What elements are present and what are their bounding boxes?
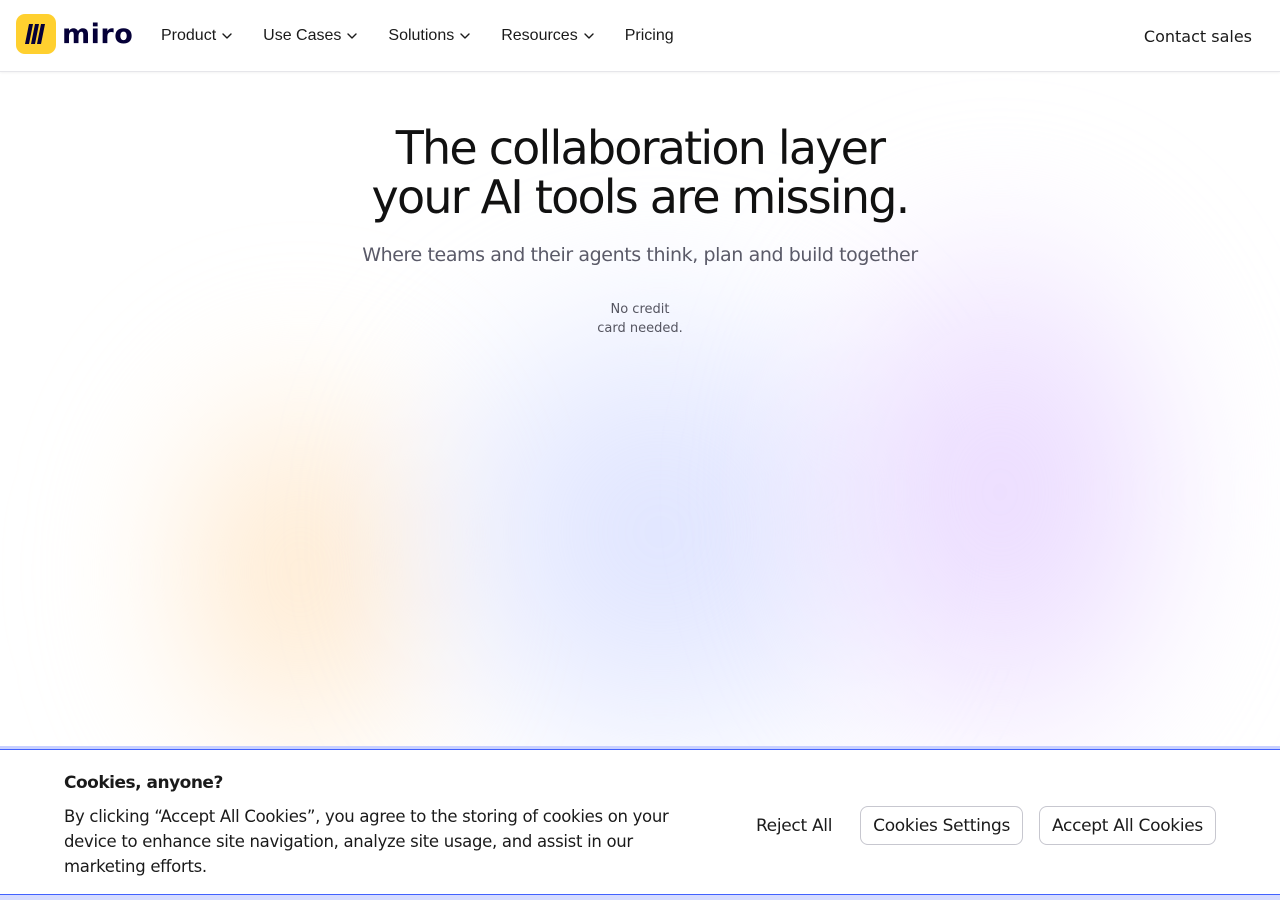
chevron-down-icon <box>221 30 233 42</box>
accept-all-cookies-button[interactable]: Accept All Cookies <box>1039 806 1216 845</box>
chevron-down-icon <box>583 30 595 42</box>
note-line1: No credit <box>610 302 670 317</box>
nav-use-cases[interactable]: Use Cases <box>263 27 358 45</box>
nav-solutions[interactable]: Solutions <box>388 27 471 45</box>
note-line2: card needed. <box>597 321 683 336</box>
nav-label: Use Cases <box>263 27 342 44</box>
nav-product[interactable]: Product <box>161 27 233 45</box>
cookies-settings-button[interactable]: Cookies Settings <box>860 806 1024 845</box>
hero-title: The collaboration layer your AI tools ar… <box>290 124 990 222</box>
nav-pricing[interactable]: Pricing <box>625 27 674 45</box>
hero-title-line2: your AI tools are missing. <box>371 170 911 224</box>
hero-subtitle: Where teams and their agents think, plan… <box>362 244 918 266</box>
no-credit-card-note: No credit card needed. <box>580 300 700 338</box>
cookie-actions: Reject All Cookies Settings Accept All C… <box>756 806 1216 845</box>
hero-section: The collaboration layer your AI tools ar… <box>0 72 1280 338</box>
miro-logo[interactable]: miro <box>16 14 133 54</box>
hero-title-line1: The collaboration layer <box>395 121 886 175</box>
main-nav: Product Use Cases Solutions Resources Pr… <box>161 0 704 72</box>
nav-label: Pricing <box>624 27 674 44</box>
chevron-down-icon <box>346 30 358 42</box>
cookie-banner: Cookies, anyone? By clicking “Accept All… <box>0 746 1280 900</box>
nav-label: Resources <box>501 27 578 44</box>
logo-wordmark: miro <box>62 18 134 50</box>
contact-sales-link[interactable]: Contact sales <box>1144 0 1252 72</box>
chevron-down-icon <box>459 30 471 42</box>
nav-label: Product <box>161 27 217 44</box>
cookie-banner-title: Cookies, anyone? <box>64 773 223 793</box>
site-header: miro Product Use Cases Solutions Resourc… <box>0 0 1280 72</box>
nav-label: Solutions <box>388 27 455 44</box>
nav-resources[interactable]: Resources <box>501 27 594 45</box>
reject-all-button[interactable]: Reject All <box>756 816 832 836</box>
miro-logo-icon <box>16 14 56 54</box>
cookie-banner-text: By clicking “Accept All Cookies”, you ag… <box>64 807 669 876</box>
